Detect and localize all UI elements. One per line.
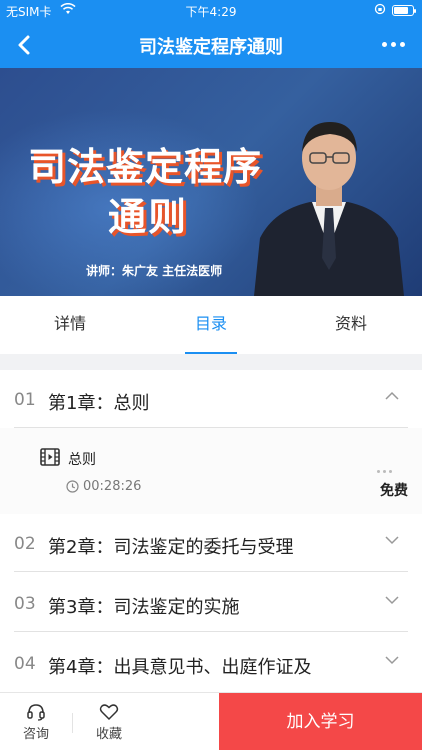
chapter-number: 02 [14,534,36,554]
favorite-button[interactable]: 收藏 [73,693,145,750]
chapter-number: 03 [14,594,36,614]
video-icon [40,448,60,466]
status-bar: 无SIM卡 下午4:29 [0,0,422,22]
chapter-list: 01 第1章：总则 总则 00:28:26 免费 02 第2章：司法鉴定的委托与… [0,370,422,692]
chapter-title: 第3章：司法鉴定的实施 [48,597,240,618]
chapter-title: 第1章：总则 [48,393,150,414]
clock-icon [66,480,79,493]
tab-details[interactable]: 详情 [10,296,130,354]
join-study-button[interactable]: 加入学习 [219,693,422,750]
chevron-down-icon [385,536,399,545]
tab-materials[interactable]: 资料 [291,296,411,354]
lecturer-label: 讲师：朱广友 主任法医师 [86,264,223,278]
consult-label: 咨询 [22,727,49,742]
course-banner[interactable]: 司法鉴定程序 通则 讲师：朱广友 主任法医师 [0,68,422,296]
banner-title-line2: 通则 [108,195,189,239]
tab-catalog[interactable]: 目录 [151,296,271,354]
consult-button[interactable]: 咨询 [0,693,72,750]
chapter-row[interactable]: 02 第2章：司法鉴定的委托与受理 [0,514,422,572]
lesson-title: 总则 [68,452,96,468]
tab-bar: 详情 目录 资料 [0,296,422,354]
lecturer-photo [254,122,404,296]
page-title: 司法鉴定程序通则 [139,37,283,58]
favorite-label: 收藏 [95,727,122,742]
lesson-duration: 00:28:26 [83,479,142,494]
chapter-number: 04 [14,654,36,674]
heart-icon [99,704,119,721]
chevron-down-icon [385,596,399,605]
chapter-number: 01 [14,390,36,410]
chapter-title: 第4章：出具意见书、出庭作证及 [48,657,312,678]
nav-bar: 司法鉴定程序通则 [0,22,422,68]
lesson-item[interactable]: 总则 00:28:26 免费 [0,428,422,514]
chapter-row[interactable]: 04 第4章：出具意见书、出庭作证及 [0,634,422,692]
chapter-row[interactable]: 01 第1章：总则 [0,370,422,428]
bottom-action-bar: 咨询 收藏 加入学习 [0,692,422,750]
status-time: 下午4:29 [185,5,237,19]
chapter-row[interactable]: 03 第3章：司法鉴定的实施 [0,574,422,632]
more-dots-icon [381,41,387,47]
more-icon[interactable] [377,470,392,473]
chevron-up-icon [385,391,399,400]
headset-icon [27,704,45,721]
top-bar: 无SIM卡 下午4:29 司法鉴定程序通则 [0,0,422,68]
battery-icon [392,5,416,16]
more-button[interactable] [378,31,408,57]
chevron-down-icon [385,656,399,665]
banner-title-line1: 司法鉴定程序 [28,145,263,189]
rotation-lock-icon [374,3,386,18]
chapter-title: 第2章：司法鉴定的委托与受理 [48,537,294,558]
lesson-price-badge: 免费 [380,483,408,499]
